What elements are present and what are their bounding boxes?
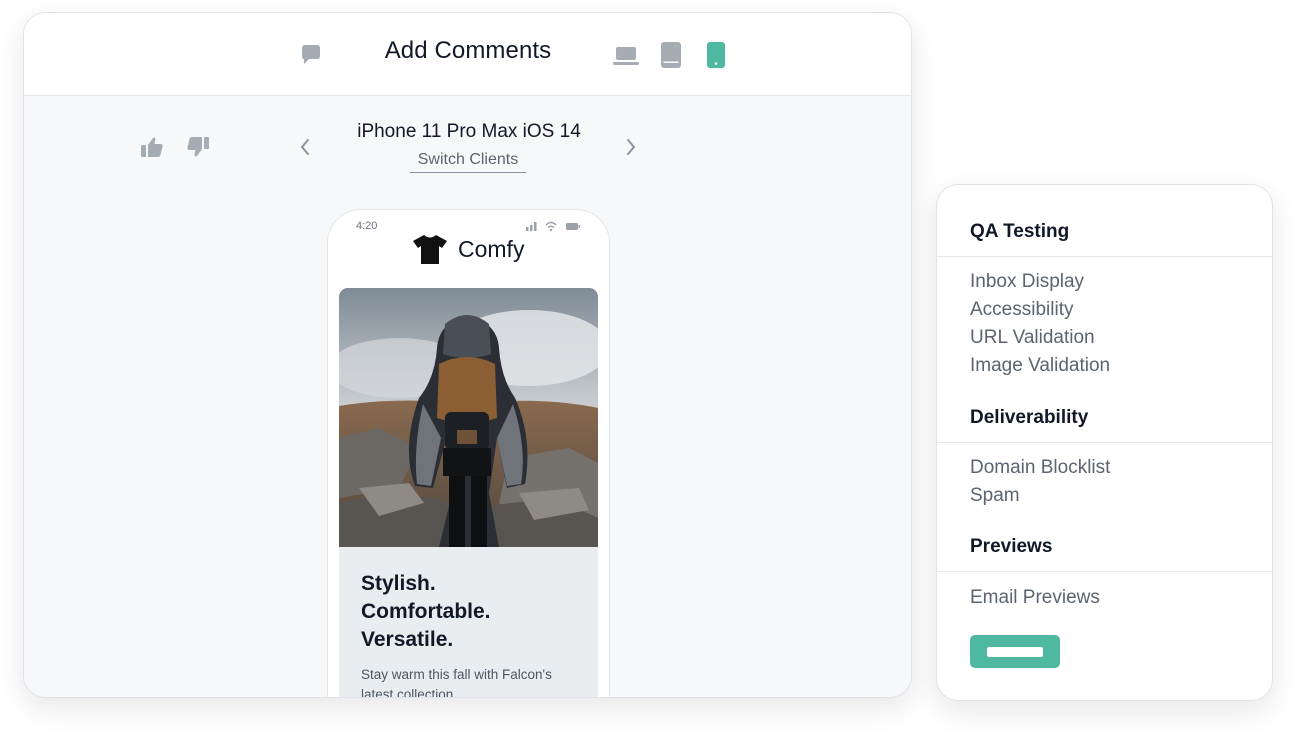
- thumbs-up-icon[interactable]: [138, 133, 166, 161]
- laptop-icon[interactable]: [612, 41, 640, 69]
- headline-line: Stylish.: [361, 572, 436, 595]
- email-headline: Stylish. Comfortable. Versatile.: [361, 570, 581, 654]
- qa-item-image-validation[interactable]: Image Validation: [970, 355, 1110, 377]
- section-divider: [937, 442, 1272, 443]
- qa-item-spam[interactable]: Spam: [970, 485, 1020, 507]
- switch-clients-link[interactable]: Switch Clients: [410, 151, 526, 173]
- page-title: Add Comments: [384, 37, 552, 64]
- email-content: Stylish. Comfortable. Versatile. Stay wa…: [339, 288, 598, 698]
- brand-header: Comfy: [412, 232, 524, 266]
- headline-line: Versatile.: [361, 628, 454, 651]
- qa-item-email-previews[interactable]: Email Previews: [970, 587, 1100, 609]
- qa-action-button[interactable]: [970, 635, 1060, 668]
- qa-item-url-validation[interactable]: URL Validation: [970, 327, 1095, 349]
- phone-icon[interactable]: [704, 41, 728, 69]
- comment-icon[interactable]: [298, 41, 324, 69]
- tablet-icon[interactable]: [658, 41, 684, 69]
- preview-window: Add Comments iPhone 11 Pro Max iOS 14 Sw…: [23, 12, 912, 698]
- qa-item-domain-blocklist[interactable]: Domain Blocklist: [970, 457, 1110, 479]
- chevron-left-icon[interactable]: [294, 135, 316, 159]
- chevron-right-icon[interactable]: [620, 135, 642, 159]
- email-body-text: Stay warm this fall with Falcon's latest…: [361, 667, 552, 698]
- preview-header: Add Comments: [24, 13, 911, 96]
- client-name: iPhone 11 Pro Max iOS 14: [357, 121, 581, 142]
- qa-item-inbox-display[interactable]: Inbox Display: [970, 271, 1084, 293]
- headline-line: Comfortable.: [361, 600, 491, 623]
- status-time: 4:20: [356, 220, 378, 232]
- qa-item-accessibility[interactable]: Accessibility: [970, 299, 1073, 321]
- section-divider: [937, 571, 1272, 572]
- section-divider: [937, 256, 1272, 257]
- thumbs-down-icon[interactable]: [184, 133, 212, 161]
- brand-name: Comfy: [458, 235, 525, 262]
- button-placeholder-bar: [987, 646, 1043, 657]
- section-title-previews: Previews: [970, 536, 1053, 557]
- qa-panel: QA Testing Inbox Display Accessibility U…: [936, 184, 1273, 701]
- section-title-deliverability: Deliverability: [970, 407, 1089, 428]
- status-bar-icons: [526, 221, 580, 232]
- tshirt-logo-icon: [413, 235, 447, 264]
- section-title-qa-testing: QA Testing: [970, 221, 1070, 242]
- hero-image: [339, 288, 598, 547]
- phone-preview: 4:20 Comfy Stylish. Comfortable. Versati…: [327, 209, 610, 698]
